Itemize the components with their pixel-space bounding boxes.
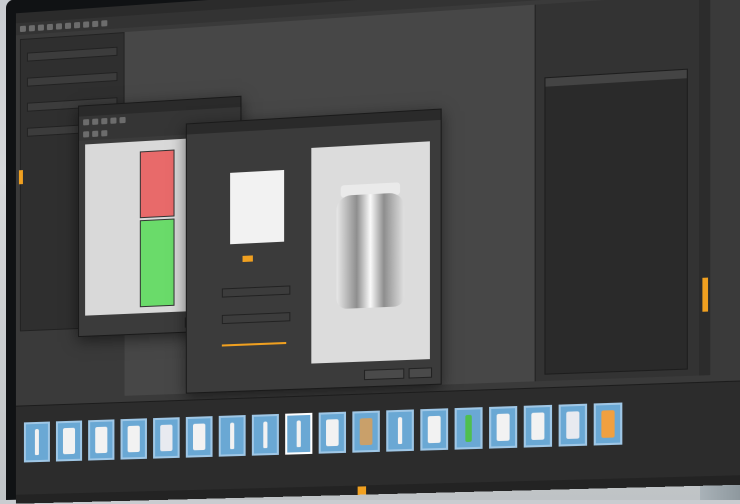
asset-thumb[interactable] <box>420 408 448 450</box>
thumbnail-list <box>24 402 622 462</box>
input-field[interactable] <box>222 312 291 324</box>
app-screen <box>16 0 740 504</box>
align-icon[interactable] <box>101 130 107 136</box>
asset-shelf <box>16 380 740 504</box>
uv-island-red[interactable] <box>140 149 175 218</box>
3d-preview[interactable] <box>311 141 430 363</box>
asset-thumb[interactable] <box>219 415 246 457</box>
panel-title <box>536 0 699 13</box>
asset-thumb[interactable] <box>24 422 50 463</box>
bottle-render <box>337 192 405 309</box>
undo-icon[interactable] <box>47 24 53 30</box>
move-icon[interactable] <box>92 119 98 125</box>
asset-thumb[interactable] <box>489 406 517 449</box>
move-icon[interactable] <box>65 23 71 29</box>
grid-icon[interactable] <box>119 117 125 123</box>
light-icon[interactable] <box>101 20 107 26</box>
monitor <box>6 0 740 500</box>
new-icon[interactable] <box>20 26 26 32</box>
select-icon[interactable] <box>83 119 89 125</box>
asset-thumb[interactable] <box>386 409 414 451</box>
asset-thumb[interactable] <box>524 405 552 448</box>
status-bar <box>16 475 740 504</box>
flip-icon[interactable] <box>92 131 98 137</box>
asset-thumb[interactable] <box>88 419 114 460</box>
asset-thumb[interactable] <box>153 417 180 458</box>
texture-thumb[interactable] <box>230 170 284 244</box>
asset-thumb[interactable] <box>352 411 380 453</box>
rotate-icon[interactable] <box>74 22 80 28</box>
asset-thumb[interactable] <box>56 420 82 461</box>
fit-icon[interactable] <box>83 131 89 137</box>
asset-thumb[interactable] <box>559 404 587 447</box>
close-button[interactable] <box>409 367 432 378</box>
asset-thumb[interactable] <box>121 418 147 459</box>
layers-list[interactable] <box>544 69 687 375</box>
rotate-icon[interactable] <box>101 118 107 124</box>
asset-thumb[interactable] <box>455 407 483 450</box>
asset-thumb[interactable] <box>252 414 279 456</box>
layers-panel <box>535 0 699 381</box>
asset-thumb[interactable] <box>319 412 346 454</box>
color-swatch[interactable] <box>243 255 253 262</box>
slider[interactable] <box>222 342 286 347</box>
scale-icon[interactable] <box>83 21 89 27</box>
asset-thumb[interactable] <box>285 413 312 455</box>
open-icon[interactable] <box>29 25 35 31</box>
apply-button[interactable] <box>364 368 404 380</box>
status-tab-active[interactable] <box>358 486 366 494</box>
scale-icon[interactable] <box>110 117 116 123</box>
redo-icon[interactable] <box>56 23 62 29</box>
camera-icon[interactable] <box>92 21 98 27</box>
vertical-tabs[interactable] <box>699 0 710 376</box>
vertical-tab-active[interactable] <box>702 278 708 312</box>
asset-thumb[interactable] <box>186 416 213 458</box>
list-header <box>546 70 687 87</box>
save-icon[interactable] <box>38 24 44 30</box>
asset-thumb[interactable] <box>594 402 623 445</box>
dropdown[interactable] <box>222 285 291 297</box>
texture-preview-window <box>186 108 442 393</box>
panel-tab-marker[interactable] <box>19 170 23 184</box>
uv-island-green[interactable] <box>140 219 175 308</box>
